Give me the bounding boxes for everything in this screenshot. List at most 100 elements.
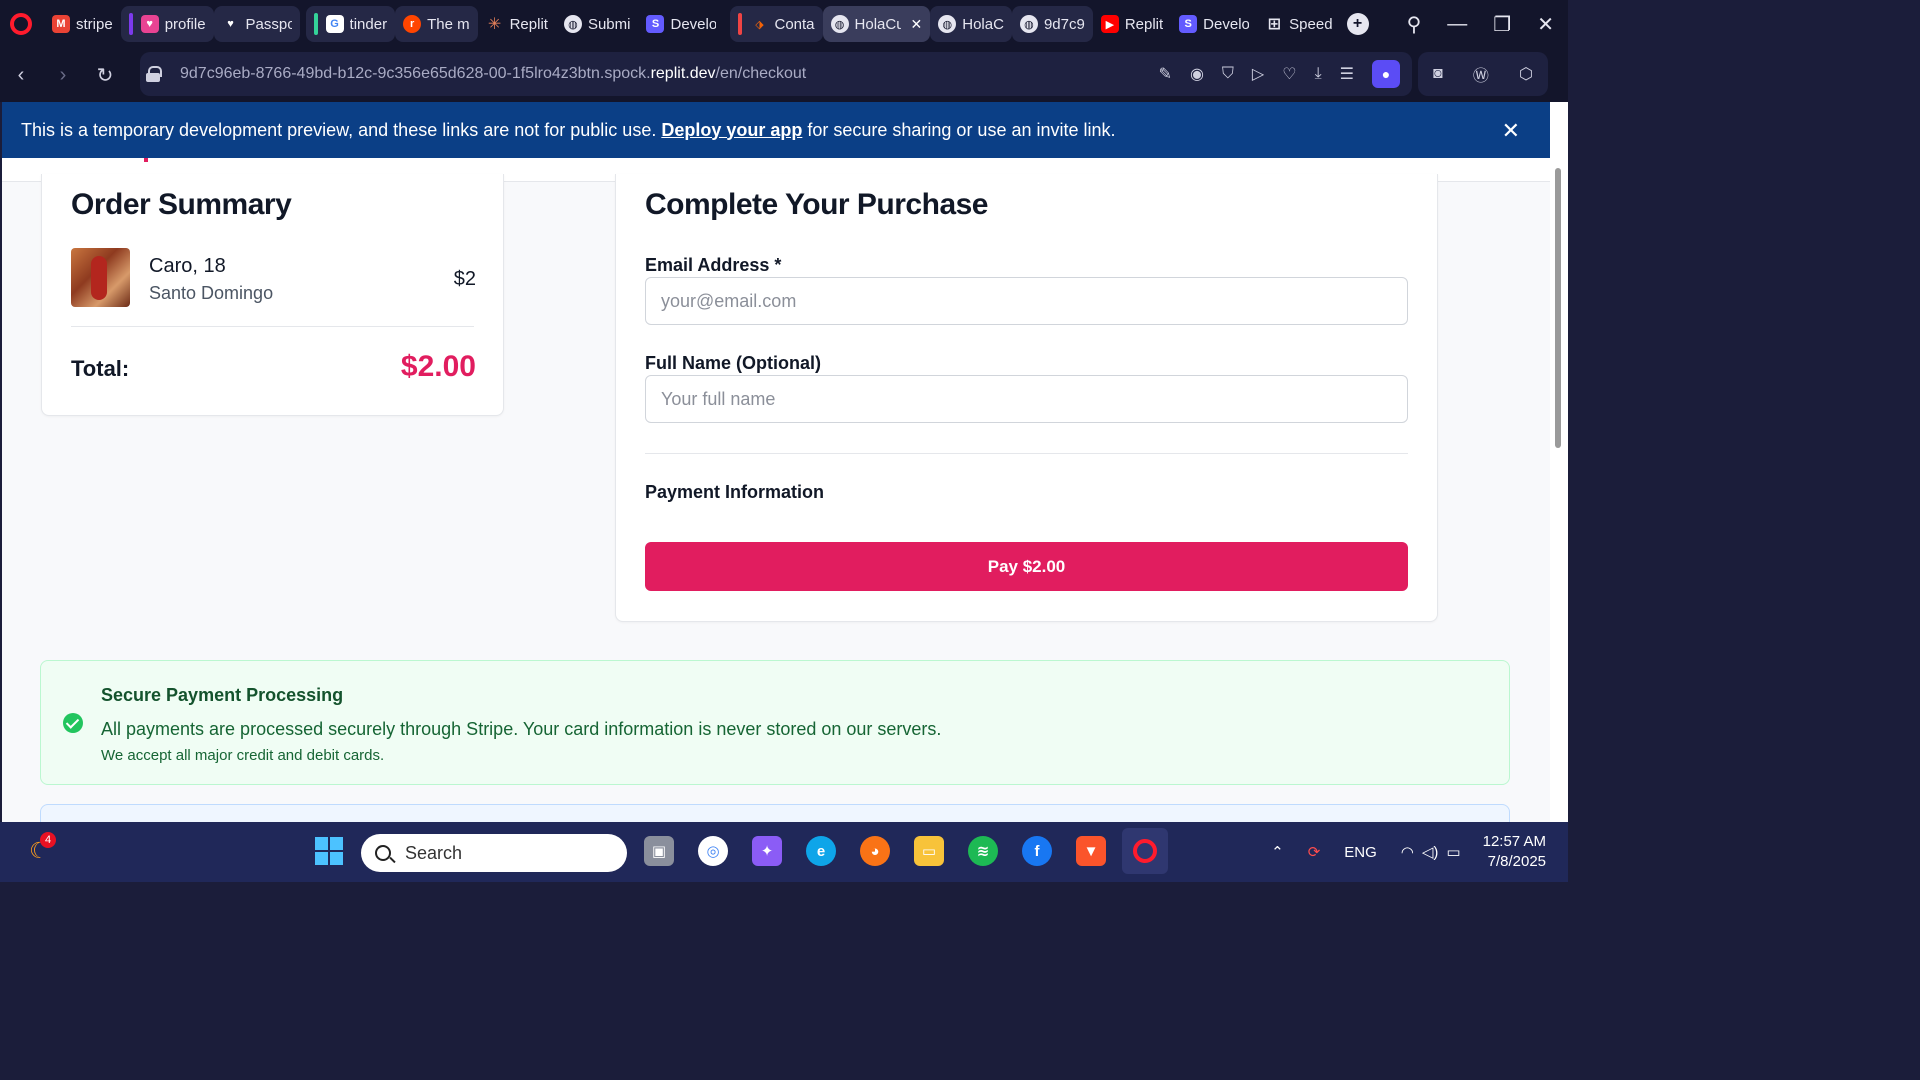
full-name-field[interactable] — [645, 375, 1408, 423]
profile-icon[interactable]: ● — [1372, 60, 1400, 88]
tab-label: Submi — [587, 15, 631, 33]
sync-icon[interactable]: ⟳ — [1308, 843, 1321, 861]
globe-icon: ◍ — [563, 15, 582, 33]
search-tabs-icon[interactable]: ⚲ — [1407, 12, 1422, 37]
globe-icon: ◍ — [1019, 15, 1038, 33]
url-text[interactable]: 9d7c96eb-8766-49bd-b12c-9c356e65d628-00-… — [180, 65, 806, 83]
tab-contact[interactable]: ⬗ Conta — [730, 6, 823, 42]
tab-developers-2[interactable]: S Develo — [1171, 6, 1257, 42]
chevron-up-icon[interactable]: ⌃ — [1271, 843, 1284, 861]
camera-icon[interactable]: ◉ — [1190, 64, 1204, 84]
purchase-title: Complete Your Purchase — [645, 188, 989, 221]
new-tab-button[interactable]: + — [1346, 13, 1369, 35]
tab-holac[interactable]: ◍ HolaC — [930, 6, 1012, 42]
stripe-icon: S — [1179, 15, 1198, 33]
divider — [71, 326, 474, 327]
brave-icon[interactable]: ▼ — [1076, 836, 1106, 866]
close-window-button[interactable]: ✕ — [1537, 12, 1554, 37]
tab-label: profile — [164, 15, 206, 33]
tab-label: Replit — [1124, 15, 1164, 33]
start-button[interactable] — [314, 836, 344, 866]
browser-tab-strip: M stripe ♥ profile ♥ Passpo G tinder r T… — [0, 0, 1568, 48]
windows-logo-icon — [315, 837, 343, 865]
opera-logo-icon[interactable] — [10, 13, 32, 35]
pay-button[interactable]: Pay $2.00 — [645, 542, 1408, 591]
deploy-app-link[interactable]: Deploy your app — [661, 120, 802, 141]
tab-label: tinder — [349, 15, 388, 33]
task-view-icon[interactable]: ▣ — [644, 836, 674, 866]
battery-icon[interactable]: ▭ — [1446, 843, 1460, 861]
email-label: Email Address * — [645, 255, 782, 275]
close-tab-icon[interactable]: ✕ — [911, 16, 923, 33]
clock-time: 12:57 AM — [1482, 833, 1546, 850]
tab-9d7c9[interactable]: ◍ 9d7c9 — [1011, 6, 1093, 42]
edge-icon[interactable]: e — [806, 836, 836, 866]
menu-icon[interactable]: ☰ — [1340, 64, 1354, 84]
scrollbar-thumb[interactable] — [1555, 168, 1561, 448]
taskbar-search[interactable]: Search — [361, 834, 627, 872]
secure-payment-notice: Secure Payment Processing All payments a… — [40, 660, 1510, 785]
tab-label: Develo — [670, 15, 717, 33]
chrome-icon[interactable]: ◎ — [698, 836, 728, 866]
dev-preview-banner: This is a temporary development preview,… — [2, 102, 1550, 158]
file-explorer-icon[interactable]: ▭ — [914, 836, 944, 866]
forward-button[interactable]: › — [42, 64, 84, 87]
play-icon[interactable]: ▷ — [1252, 64, 1264, 84]
language-indicator[interactable]: ENG — [1344, 844, 1377, 861]
tab-group-indicator — [313, 13, 318, 35]
restore-button[interactable]: ❐ — [1493, 12, 1511, 37]
tab-label: HolaC — [962, 15, 1004, 33]
tab-label: HolaCup — [854, 15, 901, 33]
page-scrollbar[interactable] — [1550, 102, 1568, 822]
extensions-bar: ◙ Ⓦ ⬡ — [1418, 52, 1548, 96]
tab-profile[interactable]: ♥ profile — [120, 6, 214, 42]
email-field[interactable] — [645, 277, 1408, 325]
reddit-icon: r — [403, 15, 422, 33]
globe-icon: ◍ — [830, 15, 849, 33]
shield-icon[interactable]: ⛉ — [1222, 65, 1234, 83]
heart-icon[interactable]: ♡ — [1282, 64, 1296, 84]
total-value: $2.00 — [400, 350, 476, 383]
back-button[interactable]: ‹ — [0, 64, 42, 87]
wifi-icon[interactable]: ◠ — [1401, 843, 1414, 861]
tab-label: 9d7c9 — [1043, 15, 1085, 33]
secure-payment-title: Secure Payment Processing — [101, 685, 344, 705]
tab-youtube-replit[interactable]: ▶ Replit — [1093, 6, 1171, 42]
tab-replit[interactable]: ✳ Replit — [478, 6, 556, 42]
minimize-button[interactable]: — — [1447, 13, 1467, 36]
cube-icon[interactable]: ⬡ — [1519, 64, 1533, 84]
page-viewport: Order Summary Caro, 18 Santo Domingo $2 … — [2, 102, 1550, 822]
tab-reddit[interactable]: r The m — [395, 6, 478, 42]
tab-speed-dial[interactable]: ⊞ Speed — [1257, 6, 1340, 42]
facebook-icon[interactable]: f — [1022, 836, 1052, 866]
spotify-icon[interactable]: ≋ — [968, 836, 998, 866]
opera-taskbar-icon[interactable] — [1122, 828, 1168, 874]
tab-list: M stripe ♥ profile ♥ Passpo G tinder r T… — [44, 4, 1369, 44]
close-banner-icon[interactable]: ✕ — [1502, 118, 1520, 144]
copilot-icon[interactable]: ✦ — [752, 836, 782, 866]
wallet-icon[interactable]: Ⓦ — [1473, 62, 1489, 86]
clock[interactable]: 12:57 AM 7/8/2025 — [1483, 832, 1568, 872]
tab-holacup-active[interactable]: ◍ HolaCup ✕ — [822, 6, 931, 42]
banner-text-after: for secure sharing or use an invite link… — [807, 119, 1116, 140]
item-location: Santo Domingo — [149, 283, 274, 303]
system-tray: ⌃ ⟳ ENG ◠ ◁) ▭ 12:57 AM 7/8/2025 — [1271, 822, 1568, 882]
lock-icon[interactable] — [146, 66, 162, 82]
tab-passport[interactable]: ♥ Passpo — [213, 6, 300, 42]
address-bar[interactable]: 9d7c96eb-8766-49bd-b12c-9c356e65d628-00-… — [140, 52, 1412, 96]
firefox-icon[interactable]: ◕ — [860, 836, 890, 866]
replit-icon: ⬗ — [755, 18, 764, 31]
volume-icon[interactable]: ◁) — [1422, 843, 1439, 861]
heart-icon: ♥ — [227, 18, 234, 30]
tab-label: Speed — [1289, 15, 1333, 33]
tab-developers[interactable]: S Develo — [638, 6, 724, 42]
window-controls: ⚲ — ❐ ✕ — [1407, 0, 1568, 48]
tab-tinder[interactable]: G tinder — [305, 6, 396, 42]
tab-stripe[interactable]: M stripe — [44, 6, 121, 42]
download-icon[interactable]: ⤓ — [1315, 65, 1322, 83]
order-summary-title: Order Summary — [71, 188, 292, 221]
reload-button[interactable]: ↻ — [84, 63, 126, 88]
snapshot-icon[interactable]: ◙ — [1433, 65, 1443, 83]
edit-icon[interactable]: ✎ — [1159, 64, 1172, 84]
tab-submit[interactable]: ◍ Submi — [556, 6, 639, 42]
